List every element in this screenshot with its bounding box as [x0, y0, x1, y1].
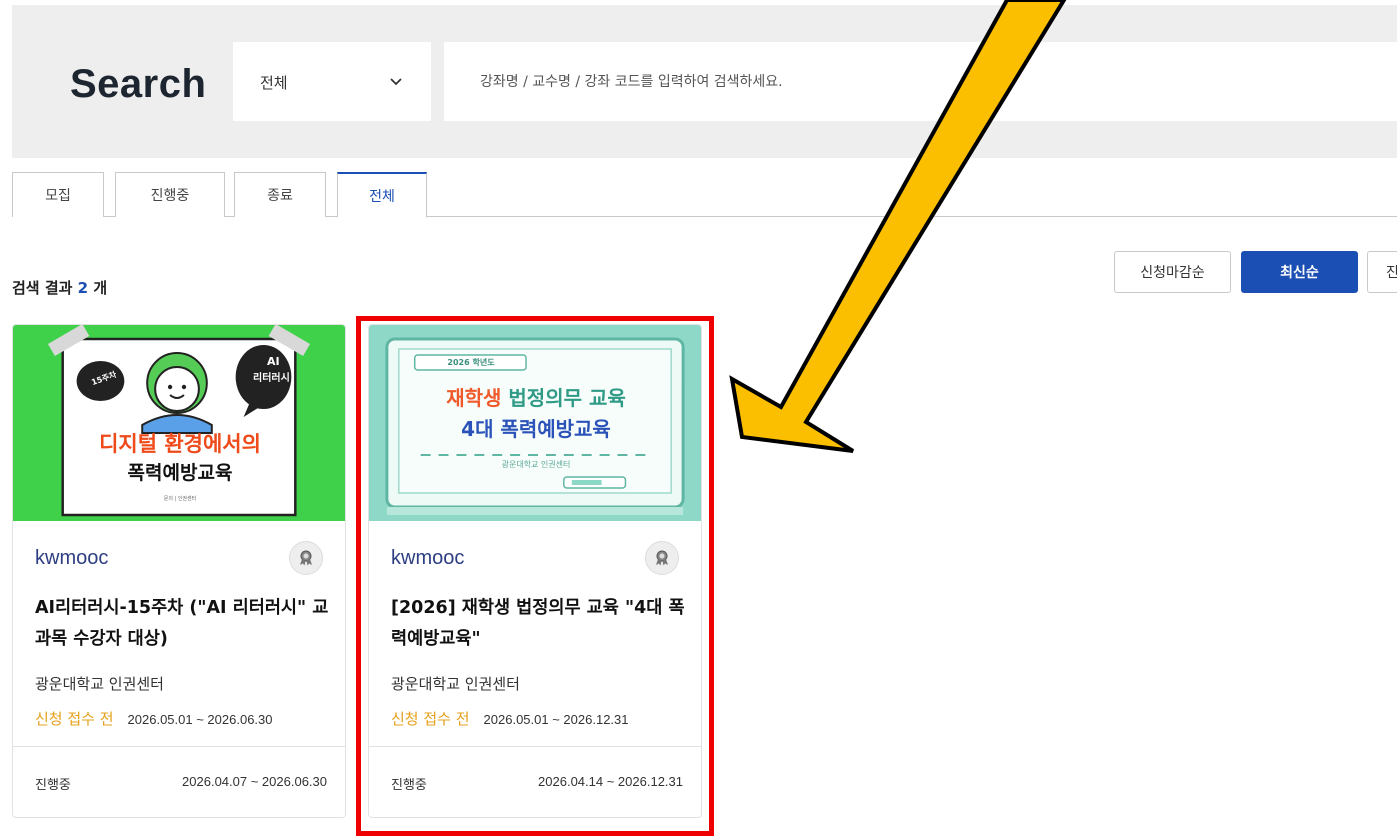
- certificate-icon: [645, 541, 679, 575]
- thumb-sub: 광운대학교 인권센터: [501, 460, 571, 469]
- progress-label: 진행중: [391, 778, 427, 793]
- thumb-line-2: 4대 폭력예방교육: [461, 417, 611, 441]
- thumb-line-1-a: 재학생: [446, 386, 502, 410]
- certificate-icon: [289, 541, 323, 575]
- thumb-bubble-right-2: 리터러시: [253, 373, 290, 384]
- course-org: kwmooc: [35, 547, 109, 569]
- course-status-row: 신청 접수 전 2026.05.01 ~ 2026.12.31: [391, 708, 691, 729]
- course-title[interactable]: [2026] 재학생 법정의무 교육 "4대 폭력예방교육": [391, 593, 689, 655]
- category-select-value: 전체: [260, 74, 288, 92]
- thumb-tag: 2026 학년도: [447, 358, 495, 367]
- category-select[interactable]: 전체: [233, 42, 431, 121]
- course-org: kwmooc: [391, 547, 465, 569]
- tab-ended[interactable]: 종료: [234, 172, 326, 217]
- course-footer: 진행중 2026.04.07 ~ 2026.06.30: [13, 746, 345, 817]
- thumb-headline-1: 디지털 환경에서의: [99, 432, 261, 456]
- course-status: 신청 접수 전: [35, 710, 114, 728]
- course-status: 신청 접수 전: [391, 710, 470, 728]
- tab-all[interactable]: 전체: [337, 172, 427, 218]
- course-period: 2026.04.07 ~ 2026.06.30: [182, 774, 327, 789]
- thumb-line-1: 재학생 법정의무 교육: [389, 382, 683, 411]
- chevron-down-icon: [390, 78, 402, 86]
- course-institution: 광운대학교 인권센터: [35, 675, 164, 693]
- tab-recruiting[interactable]: 모집: [12, 172, 104, 217]
- result-count-label: 검색 결과: [12, 279, 73, 297]
- sort-progress-button[interactable]: 진: [1367, 251, 1397, 293]
- course-institution: 광운대학교 인권센터: [391, 675, 520, 693]
- course-footer: 진행중 2026.04.14 ~ 2026.12.31: [369, 746, 701, 817]
- course-period: 2026.04.14 ~ 2026.12.31: [538, 774, 683, 789]
- thumb-footer-note: 문의 | 인권센터: [163, 496, 197, 502]
- result-count-number: 2: [77, 279, 89, 297]
- course-status-row: 신청 접수 전 2026.05.01 ~ 2026.06.30: [35, 708, 335, 729]
- apply-period: 2026.05.01 ~ 2026.06.30: [127, 712, 273, 727]
- search-title: Search: [70, 62, 207, 106]
- sort-latest-button[interactable]: 최신순: [1241, 251, 1358, 293]
- thumb-headline-2: 폭력예방교육: [127, 462, 233, 484]
- filter-tabs: 모집 진행중 종료 전체: [12, 172, 1397, 218]
- apply-period: 2026.05.01 ~ 2026.12.31: [483, 712, 629, 727]
- course-thumbnail: [13, 325, 345, 521]
- result-count: 검색 결과 2 개: [12, 277, 107, 298]
- course-card[interactable]: 2026 학년도 재학생 법정의무 교육 4대 폭력예방교육 광운대학교 인권센…: [368, 324, 702, 818]
- progress-label: 진행중: [35, 778, 71, 793]
- result-count-unit: 개: [93, 279, 108, 297]
- course-card[interactable]: 15주차 AI 리터러시 디지털 환경에서의 폭력예방교육 문의 | 인권센터 …: [12, 324, 346, 818]
- thumb-bubble-right-1: AI: [267, 355, 280, 368]
- search-input[interactable]: [444, 42, 1397, 121]
- thumb-line-1-b: 법정의무 교육: [508, 386, 626, 410]
- course-title[interactable]: AI리터러시-15주차 ("AI 리터러시" 교과목 수강자 대상): [35, 593, 333, 655]
- sort-deadline-button[interactable]: 신청마감순: [1114, 251, 1231, 293]
- tab-in-progress[interactable]: 진행중: [115, 172, 225, 217]
